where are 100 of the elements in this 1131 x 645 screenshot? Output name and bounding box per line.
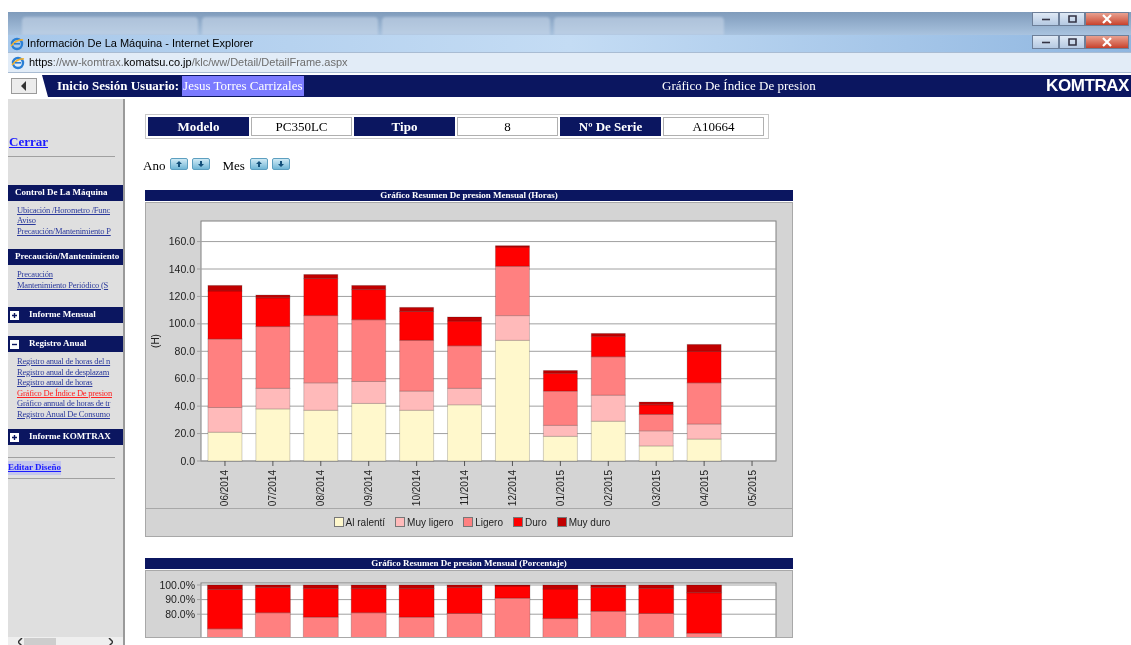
sidebar-link[interactable]: Aviso <box>17 215 36 226</box>
axis-tick-label: 40.0 <box>174 399 195 412</box>
axis-title: (H) <box>150 333 161 348</box>
field-value: PC350LC <box>251 117 352 136</box>
field-value: A10664 <box>663 117 764 136</box>
close-button[interactable] <box>1085 35 1129 49</box>
close-button[interactable] <box>1085 12 1129 26</box>
legend-label: Ligero <box>475 515 503 530</box>
section-title: Informe KOMTRAX <box>29 430 111 444</box>
axis-tick-label: 04/2015 <box>698 469 710 506</box>
axis-tick-label: 0.0 <box>180 454 195 466</box>
axis-tick-label: 06/2014 <box>219 469 231 506</box>
legend-label: Muy duro <box>568 515 611 530</box>
legend-label: Duro <box>525 515 547 530</box>
logo: KOMTRAX <box>1046 75 1129 98</box>
sidebar-link[interactable]: Gráfico annual de horas de tr <box>17 398 111 409</box>
user-label: Inicio Sesión Usuario: <box>57 77 180 96</box>
down-arrow-icon <box>197 160 206 169</box>
sidebar-link[interactable]: Ubicación /Horometro /Func <box>17 204 110 215</box>
close-icon <box>1102 37 1112 47</box>
legend-label: Al ralentí <box>345 515 386 530</box>
minimize-icon <box>1041 17 1050 21</box>
bar-segment <box>207 431 243 461</box>
axis-tick-label: 80.0 <box>174 344 195 357</box>
sidebar-link[interactable]: Registro anual de horas <box>17 377 93 388</box>
axis-tick-label: 20.0 <box>174 426 195 439</box>
scrollbar-thumb[interactable] <box>24 637 56 645</box>
field-label: Modelo <box>148 117 249 136</box>
axis-tick-label: 05/2015 <box>746 469 758 506</box>
sidebar-link[interactable]: Precaución <box>17 269 53 280</box>
axis-tick-label: 100.0 <box>168 316 195 329</box>
sidebar-link[interactable]: Registro anual de horas del n <box>17 356 111 367</box>
minimize-button[interactable] <box>1032 35 1059 49</box>
axis-tick-label: 07/2014 <box>267 469 279 506</box>
sidebar-link[interactable]: Precaución/Mantenimiento P <box>17 225 111 236</box>
chart-title: Gráfico Resumen De presion Mensual (Horas) <box>145 189 793 201</box>
section-header[interactable]: Registro Anual <box>8 336 123 352</box>
section-header[interactable]: Informe Mensual <box>8 307 123 323</box>
field-label: Nº De Serie <box>560 117 661 136</box>
browser-logo-icon <box>10 36 24 51</box>
sidebar-link[interactable]: Registro Anual De Consumo <box>17 408 110 419</box>
down-arrow-button[interactable] <box>192 158 211 171</box>
minus-icon[interactable] <box>10 339 19 349</box>
bar-segment <box>590 610 627 637</box>
axis-tick-label: 60.0 <box>174 371 195 384</box>
axis-tick-label: 140.0 <box>168 262 195 274</box>
edit-layout-link[interactable]: Editar Diseño <box>8 461 62 475</box>
axis-tick-label: 80.0% <box>165 607 195 620</box>
chart-title: Gráfico Resumen De presion Mensual (Porcentaje) <box>145 557 793 569</box>
down-arrow-button[interactable] <box>271 158 290 171</box>
axis-tick-label: 12/2014 <box>506 469 518 506</box>
axis-tick-label: 10/2014 <box>411 469 423 506</box>
up-arrow-icon <box>254 160 263 169</box>
plus-icon[interactable] <box>10 432 19 442</box>
axis-tick-label: 120.0 <box>168 289 195 302</box>
axis-tick-label: 90.0% <box>165 592 195 605</box>
browser-logo-icon <box>11 55 25 70</box>
up-arrow-button[interactable] <box>170 158 189 171</box>
up-arrow-button[interactable] <box>249 158 268 171</box>
section-title: Informe Mensual <box>29 308 96 322</box>
axis-tick-label: 160.0 <box>168 234 195 247</box>
axis-tick-label: 03/2015 <box>650 469 662 506</box>
nav-label: Ano <box>143 157 166 175</box>
down-arrow-icon <box>276 160 285 169</box>
section-header[interactable]: Precaución/Mantenimiento <box>8 249 123 265</box>
section-title: Precaución/Mantenimiento <box>15 250 120 264</box>
restore-icon <box>1067 15 1077 23</box>
window-title: Información De La Máquina - Internet Explorer <box>27 36 254 52</box>
minimize-icon <box>1041 40 1050 44</box>
maximize-button[interactable] <box>1059 35 1085 49</box>
left-triangle-icon <box>21 81 27 91</box>
bar-segment <box>254 611 291 637</box>
back-button[interactable] <box>11 78 37 94</box>
section-title: Registro Anual <box>29 337 87 351</box>
section-title: Control De La Máquina <box>15 185 108 199</box>
close-link[interactable]: Cerrar <box>8 132 123 152</box>
nav-label: Mes <box>222 157 245 175</box>
restore-icon <box>1067 38 1077 46</box>
section-header[interactable]: Control De La Máquina <box>8 184 123 201</box>
axis-tick-label: 08/2014 <box>315 469 327 506</box>
sidebar-link[interactable]: Registro anual de desplazam <box>17 366 110 377</box>
maximize-button[interactable] <box>1059 12 1085 26</box>
bar-segment <box>350 611 387 637</box>
sidebar-link[interactable]: Mantenimiento Periódico (S <box>17 279 109 290</box>
axis-tick-label: 01/2015 <box>554 469 566 506</box>
axis-tick-label: 02/2015 <box>602 469 614 506</box>
page-title: Gráfico De Índice De presion <box>662 77 816 96</box>
field-value: 8 <box>457 117 558 136</box>
user-name: Jesus Torres Carrizales <box>182 76 304 96</box>
axis-tick-label: 100.0% <box>159 578 195 590</box>
plus-icon[interactable] <box>10 310 19 320</box>
axis-tick-label: 11/2014 <box>459 469 471 505</box>
section-header[interactable]: Informe KOMTRAX <box>8 429 123 445</box>
bar-segment <box>686 438 722 461</box>
axis-tick-label: 09/2014 <box>363 469 375 506</box>
close-icon <box>1102 14 1112 24</box>
minimize-button[interactable] <box>1032 12 1059 26</box>
bar-segment <box>638 612 675 637</box>
scrollbar[interactable] <box>8 637 123 645</box>
field-label: Tipo <box>354 117 455 136</box>
